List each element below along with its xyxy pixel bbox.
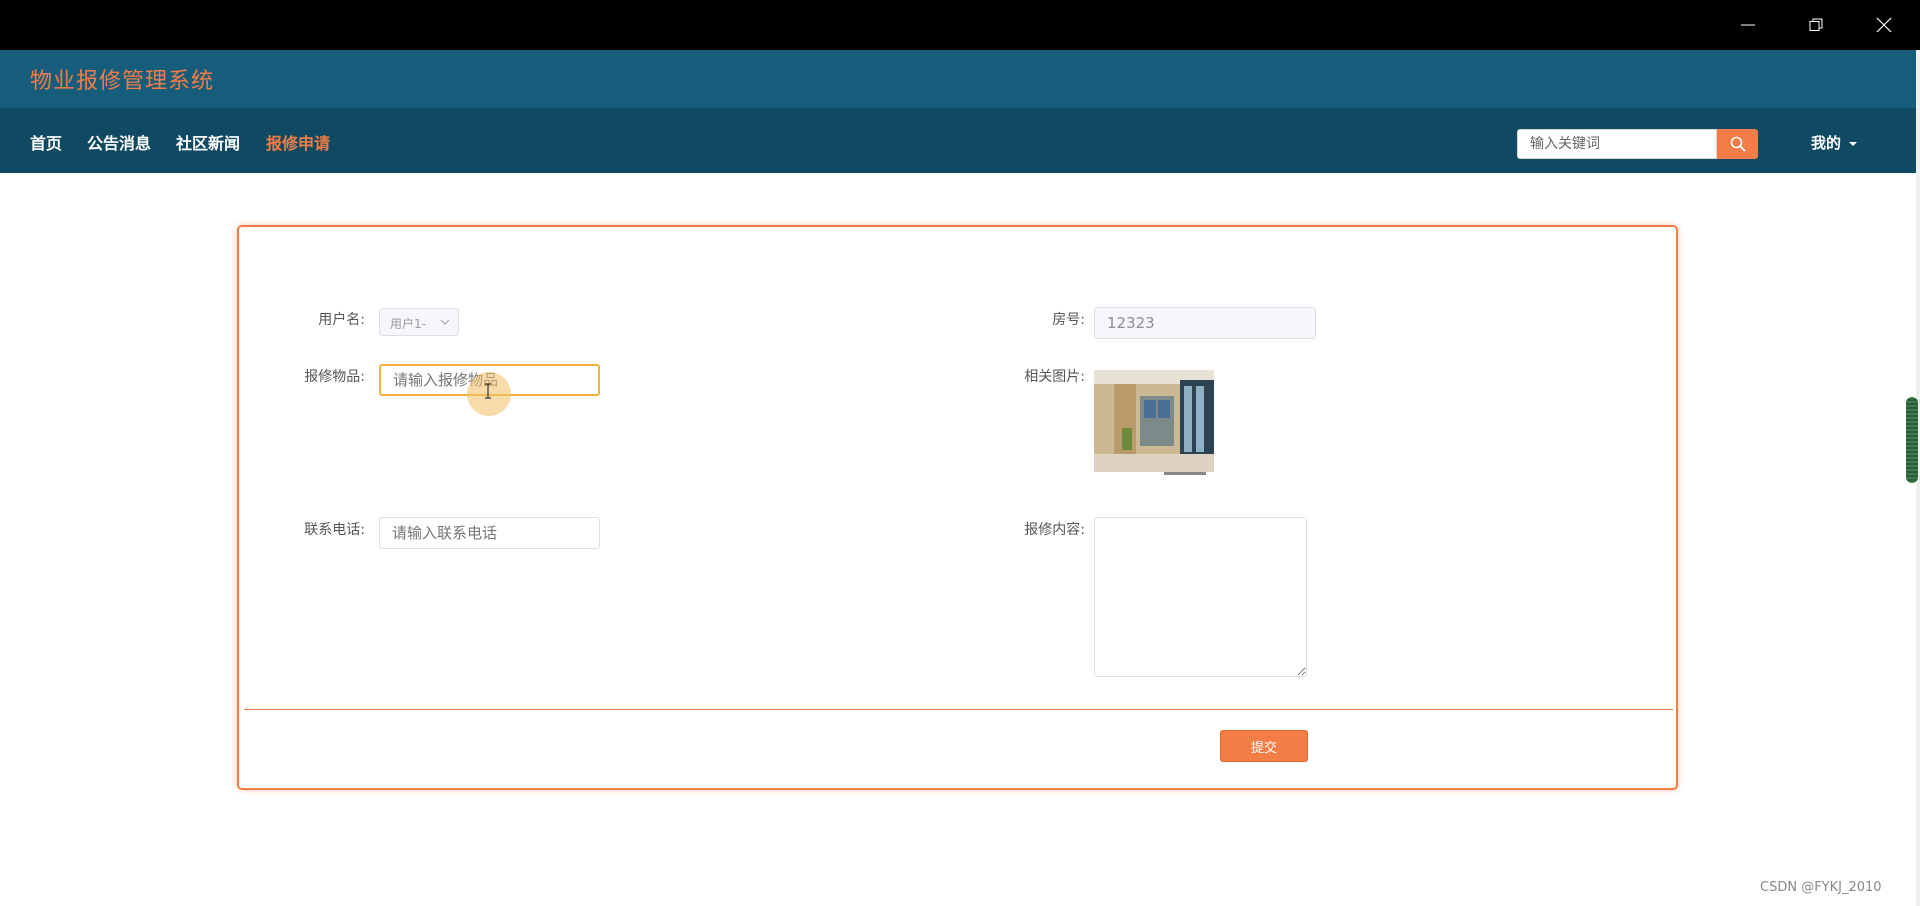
restore-icon bbox=[1809, 18, 1823, 31]
nav-item-repair-request[interactable]: 报修申请 bbox=[266, 130, 330, 154]
minimize-button[interactable] bbox=[1714, 0, 1782, 50]
nav-item-announcements[interactable]: 公告消息 bbox=[87, 130, 151, 154]
page-scrollbar-thumb[interactable] bbox=[1906, 397, 1918, 483]
main-navbar: 首页 公告消息 社区新闻 报修申请 我的 bbox=[0, 108, 1916, 173]
window-titlebar bbox=[0, 0, 1920, 50]
chevron-down-icon bbox=[440, 319, 450, 325]
user-menu-label: 我的 bbox=[1811, 134, 1842, 152]
username-select[interactable]: 用户1- bbox=[379, 308, 459, 336]
related-photo[interactable] bbox=[1094, 370, 1214, 478]
nav-item-home[interactable]: 首页 bbox=[30, 130, 62, 154]
close-button[interactable] bbox=[1850, 0, 1918, 50]
caret-down-icon bbox=[1849, 141, 1858, 146]
username-label: 用户名: bbox=[318, 312, 365, 328]
search-button[interactable] bbox=[1717, 129, 1758, 159]
submit-button[interactable]: 提交 bbox=[1220, 730, 1308, 762]
room-label: 房号: bbox=[1052, 312, 1085, 328]
photo-label: 相关图片: bbox=[1024, 369, 1085, 385]
watermark: CSDN @FYKJ_2010 bbox=[1760, 880, 1882, 895]
close-icon bbox=[1876, 17, 1892, 33]
nav-item-community-news[interactable]: 社区新闻 bbox=[176, 130, 240, 154]
app-title[interactable]: 物业报修管理系统 bbox=[30, 63, 214, 95]
user-menu[interactable]: 我的 bbox=[1811, 132, 1858, 153]
text-cursor-icon bbox=[485, 383, 491, 399]
phone-field[interactable] bbox=[379, 517, 600, 549]
username-select-value: 用户1- bbox=[390, 317, 426, 331]
app-header: 物业报修管理系统 bbox=[0, 50, 1916, 108]
phone-label: 联系电话: bbox=[304, 522, 365, 538]
search-input[interactable] bbox=[1517, 129, 1717, 159]
repair-content-label: 报修内容: bbox=[1024, 522, 1085, 538]
minimize-icon bbox=[1741, 24, 1755, 26]
room-photo-image bbox=[1094, 370, 1214, 478]
room-field[interactable] bbox=[1094, 307, 1316, 339]
form-divider bbox=[244, 709, 1673, 710]
repair-form-card: 用户名: 用户1- 房号: 报修物品: 相关图片: 联系电话: bbox=[237, 225, 1678, 790]
restore-button[interactable] bbox=[1782, 0, 1850, 50]
search-icon bbox=[1730, 136, 1745, 152]
repair-item-label: 报修物品: bbox=[304, 369, 365, 385]
repair-content-textarea[interactable] bbox=[1094, 517, 1307, 677]
